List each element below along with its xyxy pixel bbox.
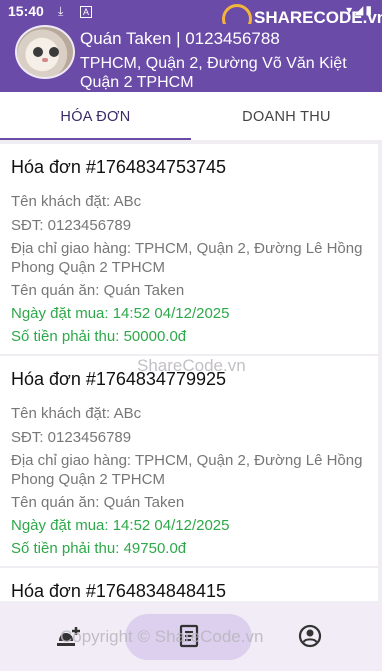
status-bar: 15:40 ⤓ A SHARECODE.vn ▾◢▮: [0, 0, 382, 34]
order-restaurant: Tên quán ăn: Quán Taken: [11, 494, 185, 511]
watermark-text: ShareCode.vn: [137, 356, 246, 375]
watermark-footer: Copyright © ShareCode.vn: [60, 627, 264, 646]
status-time: 15:40: [8, 3, 44, 19]
shop-address: TPHCM, Quận 2, Đường Võ Văn Kiệt Quận 2 …: [80, 55, 347, 91]
order-list[interactable]: Hóa đơn #1764834753745 Tên khách đặt: AB…: [0, 142, 382, 601]
order-date: Ngày đặt mua: 14:52 04/12/2025: [11, 305, 230, 322]
bottom-nav: Copyright © ShareCode.vn: [0, 603, 382, 671]
order-restaurant: Tên quán ăn: Quán Taken: [11, 282, 185, 299]
profile-icon[interactable]: [294, 623, 326, 653]
a-icon: A: [80, 6, 93, 18]
order-customer: Tên khách đặt: ABc: [11, 193, 142, 210]
tab-invoices[interactable]: HÓA ĐƠN: [0, 92, 191, 140]
order-customer: Tên khách đặt: ABc: [11, 405, 142, 422]
order-phone: SĐT: 0123456789: [11, 429, 132, 446]
shop-header: Quán Taken | 0123456788 TPHCM, Quận 2, Đ…: [0, 24, 382, 92]
tab-bar: HÓA ĐƠN DOANH THU: [0, 92, 382, 140]
order-amount: Số tiền phải thu: 50000.0đ: [11, 328, 187, 345]
order-address: Địa chỉ giao hàng: TPHCM, Quận 2, Đường …: [11, 240, 363, 276]
order-title: Hóa đơn #1764834848415: [11, 581, 226, 601]
download-icon: ⤓: [58, 4, 64, 18]
order-amount: Số tiền phải thu: 49750.0đ: [11, 540, 187, 557]
order-address: Địa chỉ giao hàng: TPHCM, Quận 2, Đường …: [11, 452, 363, 488]
order-card[interactable]: Hóa đơn #1764834848415: [0, 568, 378, 601]
order-card[interactable]: Hóa đơn #1764834779925 Tên khách đặt: AB…: [0, 356, 378, 566]
tab-revenue[interactable]: DOANH THU: [191, 92, 382, 140]
order-card[interactable]: Hóa đơn #1764834753745 Tên khách đặt: AB…: [0, 144, 378, 354]
order-date: Ngày đặt mua: 14:52 04/12/2025: [11, 517, 230, 534]
status-right-icons: ▾◢▮: [346, 3, 374, 17]
order-phone: SĐT: 0123456789: [11, 217, 132, 234]
shop-name-phone: Quán Taken | 0123456788: [80, 29, 280, 48]
tab-indicator: [0, 138, 191, 140]
order-title: Hóa đơn #1764834753745: [11, 157, 226, 177]
avatar[interactable]: [15, 25, 75, 79]
